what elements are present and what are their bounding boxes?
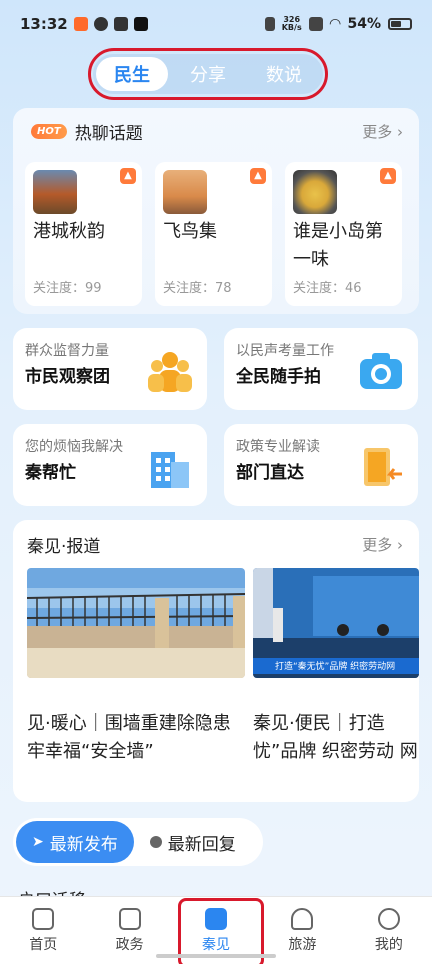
hot-topics-title: 热聊话题: [74, 123, 143, 144]
vibrate-icon: [264, 17, 275, 31]
feature-qin-help[interactable]: 您的烦恼我解决 秦帮忙: [13, 424, 207, 506]
news-image[interactable]: [27, 568, 245, 678]
bookmark-icon: [118, 907, 141, 930]
home-indicator: [156, 954, 276, 958]
status-bar: 13:32 326 KB/s ◠ 54%: [0, 0, 432, 48]
news-headline[interactable]: 见·暖心｜围墙重建除隐患 牢幸福“安全墙”: [27, 710, 245, 794]
topic-name: 港城秋韵: [33, 221, 105, 242]
people-icon: [148, 352, 192, 392]
top-tab-switcher: 民生 分享 数说: [88, 48, 328, 100]
battery-icon: [388, 18, 412, 30]
topic-attention: 关注度：99: [33, 281, 102, 296]
topic-thumbnail: [33, 170, 77, 214]
tab-minsheng[interactable]: 民生: [96, 57, 168, 91]
flame-icon: ▲: [120, 168, 136, 184]
feature-snap-report[interactable]: 以民声考量工作 全民随手拍: [224, 328, 418, 410]
hot-badge: HOT: [31, 123, 67, 139]
battery-percent: 54%: [347, 16, 381, 32]
news-headline[interactable]: 秦见·便民｜打造 忧”品牌 织密劳动 网: [253, 710, 419, 794]
topic-thumbnail: [163, 170, 207, 214]
topic-card[interactable]: ▲ 港城秋韵 关注度：99: [25, 162, 142, 306]
hot-more-link[interactable]: 更多 ›: [362, 121, 403, 142]
sim-icon: [308, 17, 323, 31]
feed-tabs: ➤ 最新发布 最新回复: [13, 818, 263, 866]
hot-topics-card: HOT 热聊话题 更多 › ▲ 港城秋韵 关注度：99 ▲ 飞鸟集 关注度：78…: [13, 108, 419, 314]
tab-data[interactable]: 数说: [248, 57, 320, 91]
tab-latest-replies[interactable]: 最新回复: [134, 821, 252, 863]
news-image[interactable]: 打造“秦无忧”品牌 织密劳动网: [253, 568, 419, 678]
camera-icon: [360, 353, 402, 389]
topic-card[interactable]: ▲ 飞鸟集 关注度：78: [155, 162, 272, 306]
net-speed-unit: KB/s: [281, 23, 302, 32]
topic-attention: 关注度：46: [293, 281, 362, 296]
topic-attention: 关注度：78: [163, 281, 232, 296]
crown-icon: [113, 17, 128, 31]
flame-icon: ▲: [250, 168, 266, 184]
news-card: 秦见·报道 更多 › 打造“秦无忧”品牌 织密劳动网 见·暖心｜围墙重建除隐患 …: [13, 520, 419, 802]
chat-icon: [205, 907, 228, 930]
tiktok-icon: [133, 17, 148, 31]
comment-icon: [149, 836, 162, 848]
tab-latest-posts[interactable]: ➤ 最新发布: [16, 821, 134, 863]
home-icon: [32, 907, 55, 930]
topic-name: 飞鸟集: [163, 221, 217, 242]
wifi-icon: ◠: [329, 16, 341, 32]
tab-share[interactable]: 分享: [172, 57, 244, 91]
mountain-icon: [291, 907, 314, 930]
news-more-link[interactable]: 更多 ›: [362, 534, 403, 555]
app-notification-icon: [73, 17, 88, 31]
send-icon: ➤: [32, 834, 44, 850]
topic-card[interactable]: ▲ 谁是小岛第一味 关注度：46: [285, 162, 402, 306]
flame-icon: ▲: [380, 168, 396, 184]
door-icon: [364, 448, 402, 486]
app-notification-icon: [93, 17, 108, 31]
status-time: 13:32: [20, 15, 68, 33]
feature-department-direct[interactable]: 政策专业解读 部门直达: [224, 424, 418, 506]
news-image-caption: 打造“秦无忧”品牌 织密劳动网: [275, 662, 396, 672]
smile-icon: [377, 907, 400, 930]
nav-mine[interactable]: 我的: [346, 897, 432, 964]
building-icon: [151, 452, 189, 488]
topic-thumbnail: [293, 170, 337, 214]
topic-name: 谁是小岛第一味: [293, 221, 383, 270]
nav-home[interactable]: 首页: [0, 897, 86, 964]
news-section-title: 秦见·报道: [27, 536, 101, 557]
feature-citizen-observers[interactable]: 群众监督力量 市民观察团: [13, 328, 207, 410]
